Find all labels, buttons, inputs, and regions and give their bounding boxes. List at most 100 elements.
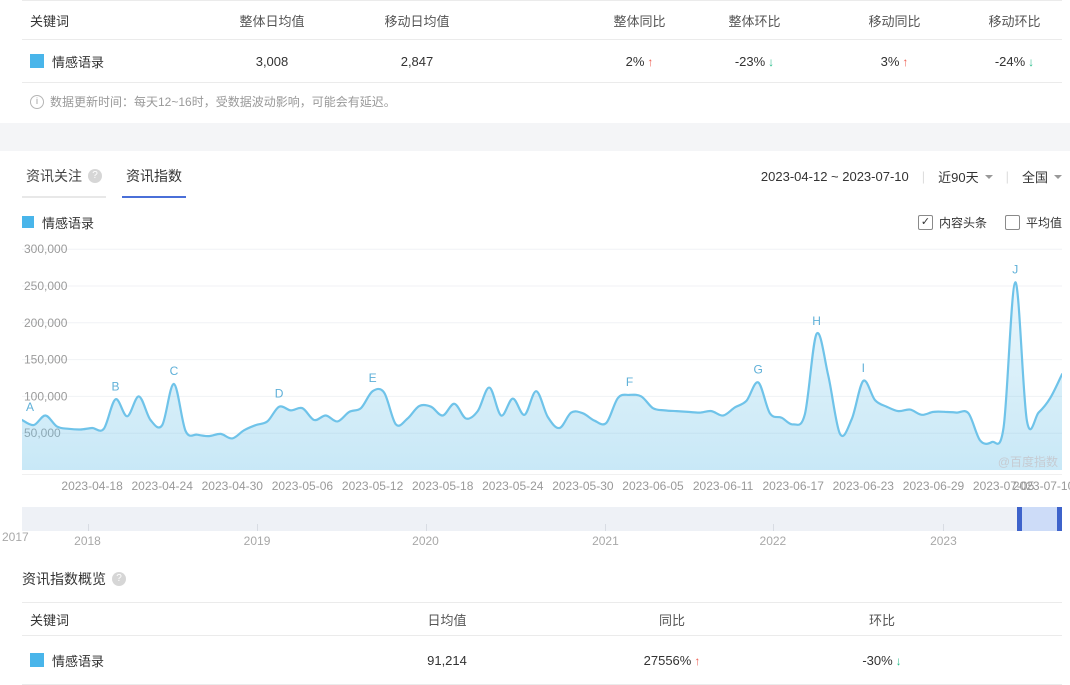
svg-text:200,000: 200,000 <box>24 316 68 330</box>
overview-table-header: 关键词 日均值 同比 环比 <box>22 602 1062 636</box>
x-tick-label: 2023-04-30 <box>201 479 263 493</box>
year-tick <box>605 524 607 531</box>
overview-title-row: 资讯指数概览 <box>22 569 1062 589</box>
overall-daily-avg-value: 3,008 <box>255 53 289 69</box>
mobile-yoy-value: 3% ↑ <box>880 53 909 69</box>
x-tick-label: 2023-05-06 <box>271 479 334 493</box>
overall-mom-value: -23% ↓ <box>734 53 775 69</box>
col-overall-mom: 整体环比 <box>728 13 781 29</box>
svg-text:C: C <box>170 364 179 378</box>
trend-arrow-icon: ↑ <box>647 54 654 69</box>
svg-text:J: J <box>1012 262 1018 276</box>
keyword-cell[interactable]: 情感语录 <box>22 52 202 71</box>
checkbox-content-headlines[interactable]: 内容头条 <box>917 214 987 231</box>
keyword-label: 情感语录 <box>52 54 105 70</box>
trend-arrow-icon: ↓ <box>1028 54 1035 69</box>
data-update-note: 数据更新时间：每天12~16时，受数据波动影响，可能会有延迟。 <box>22 83 1062 123</box>
date-range-label[interactable]: 2023-04-12 ~ 2023-07-10 <box>761 169 909 184</box>
yoy-value: 27556% ↑ <box>643 652 701 668</box>
info-circle-icon <box>30 94 44 109</box>
svg-text:G: G <box>754 362 763 376</box>
divider <box>922 169 925 184</box>
range-controls: 2023-04-12 ~ 2023-07-10 近90天 全国 <box>761 167 1062 198</box>
trend-arrow-icon: ↓ <box>768 54 775 69</box>
col-mom: 环比 <box>868 612 895 628</box>
help-question-icon[interactable] <box>88 169 102 183</box>
legend-row: 情感语录 内容头条 平均值 <box>22 212 1062 232</box>
year-tick <box>87 524 89 531</box>
tab-news-index[interactable]: 资讯指数 <box>122 160 186 198</box>
svg-text:I: I <box>862 361 865 375</box>
legend-label: 情感语录 <box>42 215 95 231</box>
index-overview-section: 资讯指数概览 关键词 日均值 同比 环比 情感语录 91,214 27556%↑… <box>22 569 1062 685</box>
keyword-cell[interactable]: 情感语录 <box>22 651 322 670</box>
x-tick-label: 2023-04-18 <box>61 479 123 493</box>
timeline-slider: 2017 2018 2019 2020 2021 2022 2023 <box>2 507 1062 551</box>
divider <box>1006 169 1009 184</box>
keyword-color-swatch-icon <box>30 54 44 68</box>
year-tick <box>257 524 259 531</box>
slider-year-labels: 2017 2018 2019 2020 2021 2022 2023 <box>2 530 1062 551</box>
svg-text:F: F <box>626 375 633 389</box>
x-tick-label: 2023-05-18 <box>411 479 474 493</box>
svg-text:E: E <box>369 371 377 385</box>
tab-news-attention[interactable]: 资讯关注 <box>22 160 106 198</box>
overall-yoy-value: 2% ↑ <box>625 53 654 69</box>
year-tick <box>943 524 945 531</box>
x-tick-label: 2023-06-23 <box>832 479 894 493</box>
col-mobile-daily-avg: 移动日均值 <box>384 13 450 29</box>
trend-chart-canvas[interactable]: 300,000250,000200,000150,000100,00050,00… <box>22 242 1062 474</box>
year-label: 2018 <box>74 534 101 548</box>
chevron-down-icon <box>1054 175 1062 183</box>
svg-text:B: B <box>111 379 119 393</box>
chart-options: 内容头条 平均值 <box>917 214 1062 231</box>
col-yoy: 同比 <box>658 612 685 628</box>
help-question-icon[interactable] <box>112 572 126 586</box>
year-tick <box>425 524 427 531</box>
slider-track[interactable] <box>22 507 1062 531</box>
year-label: 2019 <box>243 534 271 548</box>
mobile-mom-value: -24% ↓ <box>994 53 1035 69</box>
col-keyword: 关键词 <box>30 612 70 628</box>
col-overall-yoy: 整体同比 <box>613 13 666 29</box>
col-daily-avg: 日均值 <box>427 612 467 628</box>
series-legend[interactable]: 情感语录 <box>22 213 94 232</box>
chevron-down-icon <box>984 175 993 183</box>
region-dropdown[interactable]: 全国 <box>1022 167 1062 186</box>
col-mobile-mom: 移动环比 <box>988 13 1041 29</box>
checkbox-label: 内容头条 <box>938 215 987 230</box>
keyword-color-swatch-icon <box>30 653 44 667</box>
year-label: 2023 <box>930 534 957 548</box>
slider-right-handle[interactable] <box>1056 507 1062 531</box>
checkbox-icon <box>1004 214 1020 230</box>
svg-text:A: A <box>26 400 34 414</box>
trend-arrow-icon: ↑ <box>902 54 909 69</box>
trend-arrow-icon: ↑ <box>694 653 701 668</box>
mom-value: -30% ↓ <box>862 652 902 668</box>
year-label: 2021 <box>592 534 619 548</box>
slider-selected-range[interactable] <box>1019 507 1059 531</box>
time-range-dropdown[interactable]: 近90天 <box>938 167 993 186</box>
x-tick-label: 2023-06-11 <box>692 479 754 493</box>
trend-tabs: 资讯关注 资讯指数 <box>22 160 186 198</box>
year-tick <box>772 524 774 531</box>
trend-section: 资讯关注 资讯指数 2023-04-12 ~ 2023-07-10 近90天 全… <box>2 160 1070 685</box>
slider-left-handle[interactable] <box>1017 507 1023 531</box>
checkbox-icon <box>917 214 933 230</box>
x-tick-label: 2023-04-24 <box>131 479 193 493</box>
mobile-daily-avg-value: 2,847 <box>400 53 434 69</box>
keyword-summary-table: 关键词 整体日均值 移动日均值 整体同比 整体环比 移动同比 移动环比 情感语录… <box>22 0 1062 123</box>
checkbox-average[interactable]: 平均值 <box>1004 214 1062 231</box>
col-keyword: 关键词 <box>30 13 70 29</box>
x-tick-label: 2023-05-24 <box>482 479 544 493</box>
x-tick-label: 2023-06-29 <box>902 479 965 493</box>
trend-toolbar: 资讯关注 资讯指数 2023-04-12 ~ 2023-07-10 近90天 全… <box>22 160 1062 198</box>
overview-title: 资讯指数概览 <box>22 571 106 587</box>
keyword-label: 情感语录 <box>52 653 105 669</box>
svg-text:H: H <box>812 314 821 328</box>
x-tick-label: 2023-05-30 <box>552 479 614 493</box>
legend-color-swatch-icon <box>22 216 34 228</box>
baidu-index-watermark: @百度指数 <box>997 455 1058 469</box>
x-tick-label: 2023-06-17 <box>762 479 824 493</box>
col-overall-daily-avg: 整体日均值 <box>239 13 305 29</box>
